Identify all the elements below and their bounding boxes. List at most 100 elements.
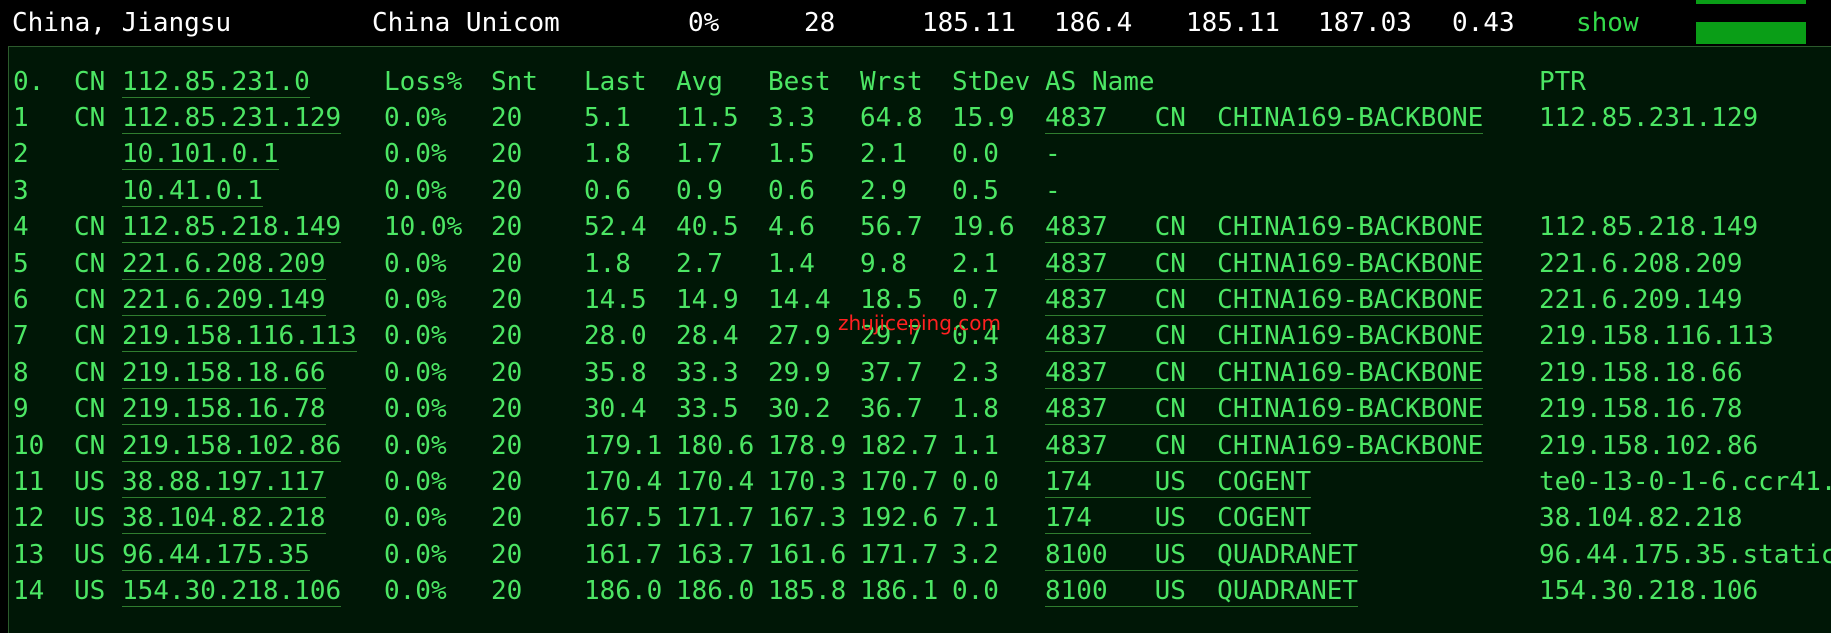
row-14-snt: 20 (491, 576, 523, 607)
row-5-loss: 0.0% (384, 248, 447, 279)
row-12-hop: 12 (13, 503, 45, 534)
row-4-loss: 10.0% (384, 212, 463, 243)
row-5-hop: 5 (13, 248, 29, 279)
row-13-avg: 163.7 (676, 539, 755, 570)
row-1-as[interactable]: 4837 CN CHINA169-BACKBONE (1045, 103, 1484, 134)
row-3-loss: 0.0% (384, 175, 447, 206)
row-9-host[interactable]: 219.158.16.78 (122, 394, 326, 426)
row-3-host[interactable]: 10.41.0.1 (122, 176, 263, 207)
row-7-ptr: 219.158.116.113 (1539, 321, 1774, 352)
row-8-as[interactable]: 4837 CN CHINA169-BACKBONE (1045, 358, 1484, 389)
row-8-stdev: 2.3 (952, 357, 999, 388)
row-11-host[interactable]: 38.88.197.117 (122, 467, 326, 498)
show-link[interactable]: show (1576, 8, 1639, 38)
row-12-wrst: 192.6 (860, 503, 939, 534)
header-last: Last (584, 67, 647, 97)
row-11-best: 170.3 (768, 467, 847, 497)
row-4-as[interactable]: 4837 CN CHINA169-BACKBONE (1045, 212, 1484, 244)
row-9-as[interactable]: 4837 CN CHINA169-BACKBONE (1045, 394, 1484, 426)
summary-sent: 28 (804, 8, 836, 38)
row-1-hop: 1 (13, 103, 29, 133)
row-11-wrst: 170.7 (860, 467, 939, 497)
summary-isp: China Unicom (372, 8, 560, 38)
latency-bar-top (1696, 0, 1806, 4)
row-10-as[interactable]: 4837 CN CHINA169-BACKBONE (1045, 431, 1484, 462)
row-14-loss: 0.0% (384, 576, 447, 607)
row-11-cc: US (74, 467, 106, 497)
row-4-host[interactable]: 112.85.218.149 (122, 212, 342, 244)
row-8-host[interactable]: 219.158.18.66 (122, 358, 326, 389)
row-14-ptr: 154.30.218.106 (1539, 576, 1759, 607)
row-1-stdev: 15.9 (952, 103, 1015, 133)
header-cc: CN (74, 67, 106, 97)
row-10-wrst: 182.7 (860, 430, 939, 461)
row-14-host[interactable]: 154.30.218.106 (122, 576, 342, 608)
row-10-hop: 10 (13, 430, 45, 461)
header-snt: Snt (491, 67, 538, 97)
header-hop: 0. (13, 67, 45, 97)
row-3-wrst: 2.9 (860, 175, 907, 206)
row-10-avg: 180.6 (676, 430, 755, 461)
row-6-as[interactable]: 4837 CN CHINA169-BACKBONE (1045, 285, 1484, 316)
row-11-snt: 20 (491, 467, 523, 497)
row-2-hop: 2 (13, 139, 29, 170)
row-12-as[interactable]: 174 US COGENT (1045, 503, 1312, 535)
row-14-stdev: 0.0 (952, 576, 999, 607)
header-host[interactable]: 112.85.231.0 (122, 67, 310, 98)
row-2-as: - (1045, 139, 1061, 170)
row-5-last: 1.8 (584, 248, 631, 279)
row-13-wrst: 171.7 (860, 539, 939, 570)
row-5-best: 1.4 (768, 248, 815, 279)
row-11-as[interactable]: 174 US COGENT (1045, 467, 1312, 498)
row-4-hop: 4 (13, 212, 29, 243)
row-13-last: 161.7 (584, 539, 663, 570)
row-7-as[interactable]: 4837 CN CHINA169-BACKBONE (1045, 321, 1484, 353)
row-10-stdev: 1.1 (952, 430, 999, 461)
row-10-host[interactable]: 219.158.102.86 (122, 431, 342, 462)
row-11-avg: 170.4 (676, 467, 755, 497)
row-6-ptr: 221.6.209.149 (1539, 285, 1743, 315)
row-14-last: 186.0 (584, 576, 663, 607)
row-10-best: 178.9 (768, 430, 847, 461)
row-2-host[interactable]: 10.101.0.1 (122, 139, 279, 171)
row-5-cc: CN (74, 248, 106, 279)
row-9-snt: 20 (491, 394, 523, 425)
row-13-stdev: 3.2 (952, 539, 999, 570)
row-8-avg: 33.3 (676, 357, 739, 388)
row-3-best: 0.6 (768, 175, 815, 206)
row-6-host[interactable]: 221.6.209.149 (122, 285, 326, 316)
row-13-as[interactable]: 8100 US QUADRANET (1045, 540, 1359, 571)
row-1-host[interactable]: 112.85.231.129 (122, 103, 342, 134)
row-10-loss: 0.0% (384, 430, 447, 461)
row-13-loss: 0.0% (384, 539, 447, 570)
row-12-cc: US (74, 503, 106, 534)
row-10-snt: 20 (491, 430, 523, 461)
row-7-loss: 0.0% (384, 321, 447, 352)
row-5-as[interactable]: 4837 CN CHINA169-BACKBONE (1045, 249, 1484, 280)
row-1-loss: 0.0% (384, 103, 447, 133)
row-13-cc: US (74, 539, 106, 570)
row-7-host[interactable]: 219.158.116.113 (122, 321, 357, 353)
row-3-avg: 0.9 (676, 175, 723, 206)
summary-last: 185.11 (922, 8, 1016, 38)
row-13-host[interactable]: 96.44.175.35 (122, 540, 310, 571)
row-4-avg: 40.5 (676, 212, 739, 243)
row-8-last: 35.8 (584, 357, 647, 388)
row-11-ptr: te0-13-0-1-6.ccr41. (1539, 467, 1831, 497)
summary-row: China, Jiangsu China Unicom 0% 28 185.11… (0, 0, 1831, 46)
row-5-host[interactable]: 221.6.208.209 (122, 249, 326, 280)
row-14-cc: US (74, 576, 106, 607)
row-12-loss: 0.0% (384, 503, 447, 534)
row-14-as[interactable]: 8100 US QUADRANET (1045, 576, 1359, 608)
row-9-best: 30.2 (768, 394, 831, 425)
row-2-last: 1.8 (584, 139, 631, 170)
row-13-ptr: 96.44.175.35.static (1539, 539, 1831, 570)
header-ptr: PTR (1539, 67, 1586, 97)
row-7-avg: 28.4 (676, 321, 739, 352)
row-11-hop: 11 (13, 467, 45, 497)
traceroute-panel: 0. CN 112.85.231.0 Loss% Snt Last Avg Best Wrst S… (8, 46, 1831, 633)
summary-location: China, Jiangsu (12, 8, 232, 38)
row-14-best: 185.8 (768, 576, 847, 607)
row-2-best: 1.5 (768, 139, 815, 170)
row-12-host[interactable]: 38.104.82.218 (122, 503, 326, 535)
